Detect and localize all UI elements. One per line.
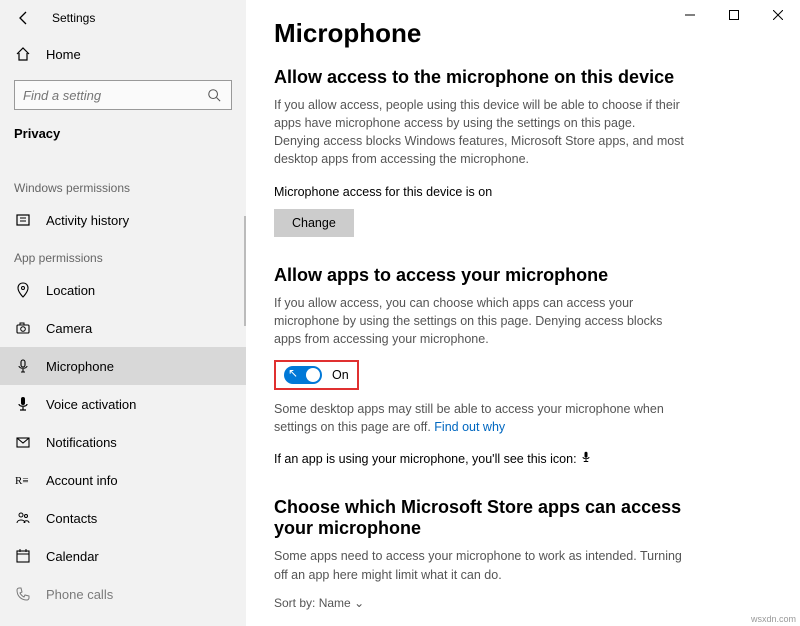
sidebar-item-notifications[interactable]: Notifications xyxy=(0,423,246,461)
group-app-permissions: App permissions xyxy=(0,239,246,271)
microphone-indicator-icon xyxy=(580,450,592,469)
chevron-down-icon: ⌄ xyxy=(354,596,364,610)
sidebar-item-phone-calls[interactable]: Phone calls xyxy=(0,575,246,613)
section-desc: Some apps need to access your microphone… xyxy=(274,547,684,583)
sidebar-item-label: Calendar xyxy=(46,549,99,564)
minimize-button[interactable] xyxy=(668,0,712,30)
home-icon xyxy=(14,45,32,63)
history-icon xyxy=(14,211,32,229)
voice-icon xyxy=(14,395,32,413)
allow-apps-toggle-highlight: ↖ On xyxy=(274,360,359,390)
camera-icon xyxy=(14,319,32,337)
group-windows-permissions: Windows permissions xyxy=(0,169,246,201)
toggle-knob xyxy=(306,368,320,382)
sidebar-item-camera[interactable]: Camera xyxy=(0,309,246,347)
search-field[interactable] xyxy=(23,88,205,103)
active-section: Privacy xyxy=(0,120,246,153)
find-out-why-link[interactable]: Find out why xyxy=(434,420,505,434)
change-button[interactable]: Change xyxy=(274,209,354,237)
close-button[interactable] xyxy=(756,0,800,30)
section-heading-store-apps: Choose which Microsoft Store apps can ac… xyxy=(274,497,694,539)
location-icon xyxy=(14,281,32,299)
sidebar-item-label: Contacts xyxy=(46,511,97,526)
section-desc: If you allow access, people using this d… xyxy=(274,96,684,169)
desktop-apps-note: Some desktop apps may still be able to a… xyxy=(274,400,684,436)
sidebar-item-voice-activation[interactable]: Voice activation xyxy=(0,385,246,423)
sidebar-item-label: Camera xyxy=(46,321,92,336)
sidebar-item-label: Activity history xyxy=(46,213,129,228)
device-access-status: Microphone access for this device is on xyxy=(274,185,772,199)
cursor-icon: ↖ xyxy=(288,366,298,380)
sidebar-item-microphone[interactable]: Microphone xyxy=(0,347,246,385)
sidebar-item-label: Microphone xyxy=(46,359,114,374)
sidebar-item-account-info[interactable]: R≡ Account info xyxy=(0,461,246,499)
mic-in-use-line: If an app is using your microphone, you'… xyxy=(274,450,684,469)
sidebar-item-location[interactable]: Location xyxy=(0,271,246,309)
section-desc: If you allow access, you can choose whic… xyxy=(274,294,684,348)
phone-icon xyxy=(14,585,32,603)
nav-home[interactable]: Home xyxy=(0,36,246,72)
sidebar-item-label: Notifications xyxy=(46,435,117,450)
search-input[interactable] xyxy=(14,80,232,110)
maximize-button[interactable] xyxy=(712,0,756,30)
account-icon: R≡ xyxy=(14,471,32,489)
contacts-icon xyxy=(14,509,32,527)
sidebar-item-label: Account info xyxy=(46,473,118,488)
microphone-icon xyxy=(14,357,32,375)
sidebar-item-contacts[interactable]: Contacts xyxy=(0,499,246,537)
sidebar-item-label: Voice activation xyxy=(46,397,136,412)
watermark: wsxdn.com xyxy=(751,614,796,624)
section-heading-app-access: Allow apps to access your microphone xyxy=(274,265,772,286)
sidebar-item-label: Location xyxy=(46,283,95,298)
toggle-state-label: On xyxy=(332,368,349,382)
notifications-icon xyxy=(14,433,32,451)
search-icon xyxy=(205,86,223,104)
allow-apps-toggle[interactable]: ↖ xyxy=(284,366,322,384)
calendar-icon xyxy=(14,547,32,565)
sort-row[interactable]: Sort by: Name ⌄ xyxy=(274,596,772,610)
sidebar-item-label: Phone calls xyxy=(46,587,113,602)
sidebar-item-activity-history[interactable]: Activity history xyxy=(0,201,246,239)
back-button[interactable] xyxy=(14,8,34,28)
nav-home-label: Home xyxy=(46,47,81,62)
window-title: Settings xyxy=(52,11,95,25)
sidebar-item-calendar[interactable]: Calendar xyxy=(0,537,246,575)
svg-text:R≡: R≡ xyxy=(15,475,29,487)
section-heading-device-access: Allow access to the microphone on this d… xyxy=(274,67,772,88)
